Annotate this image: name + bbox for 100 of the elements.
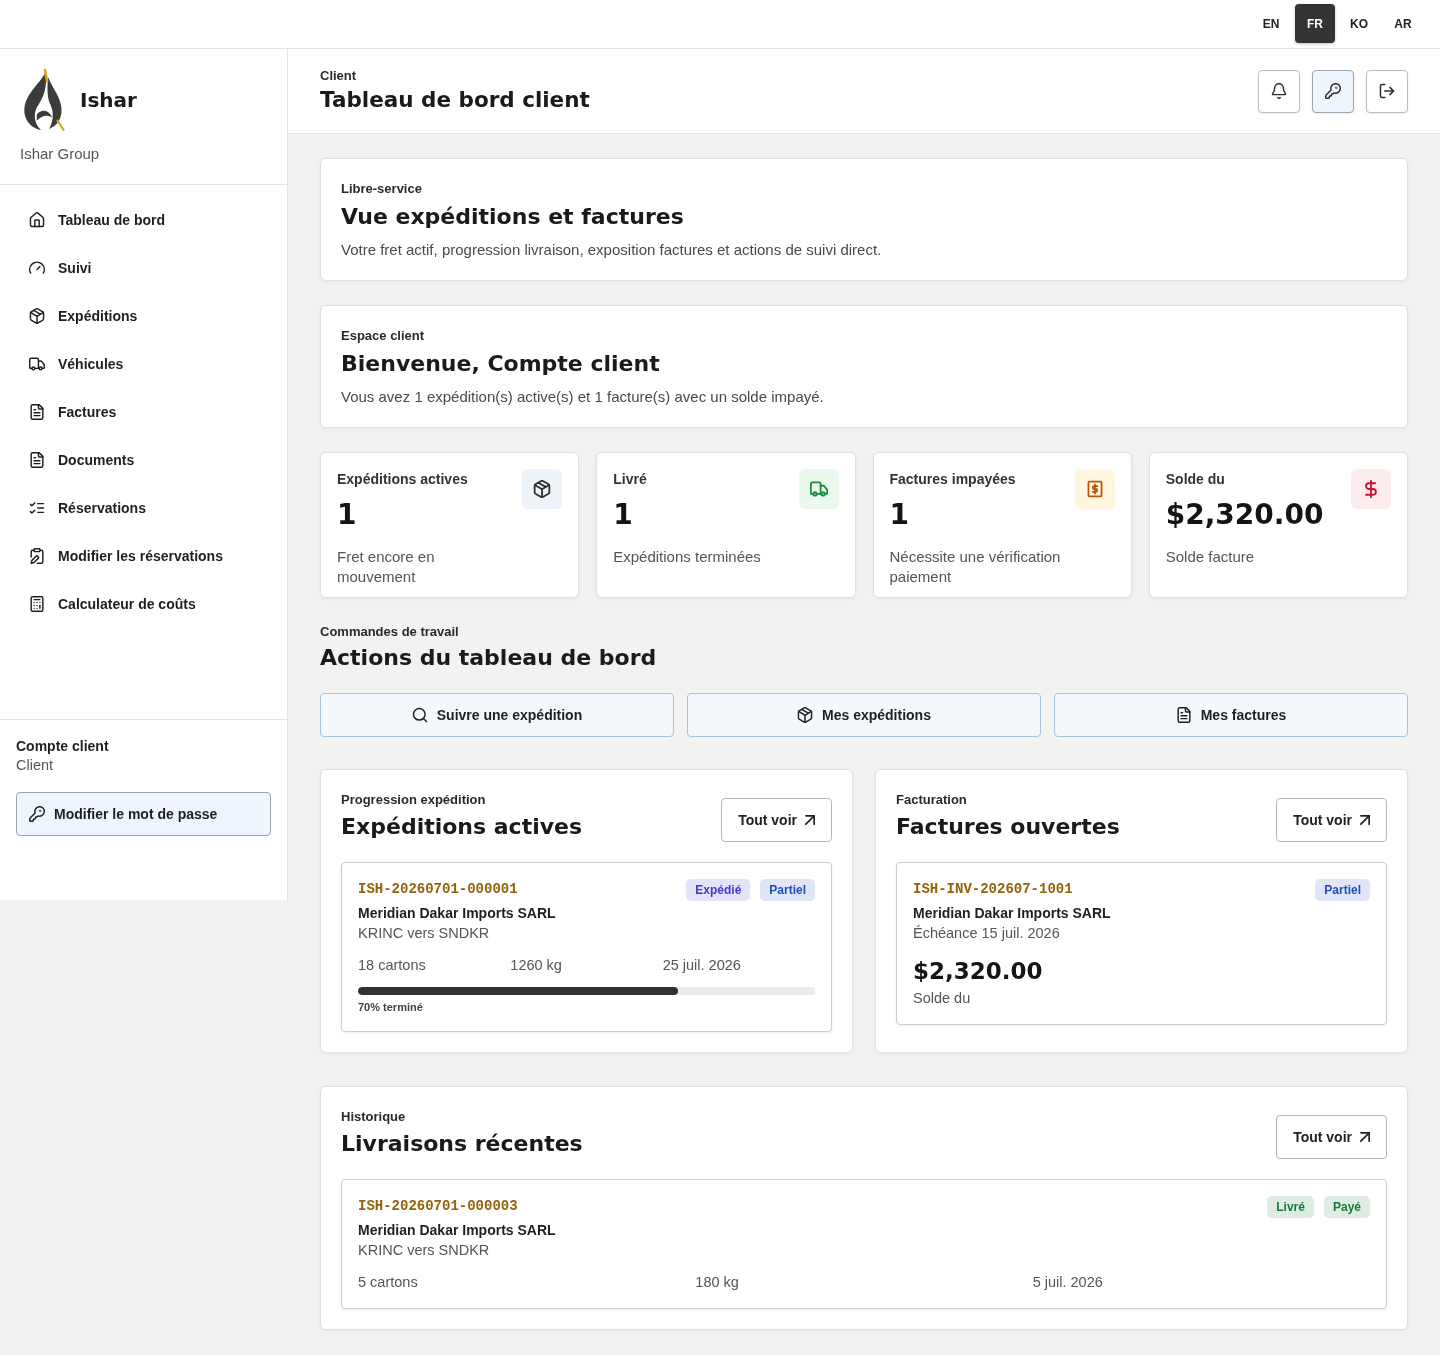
customer-name: Meridian Dakar Imports SARL <box>358 1221 556 1240</box>
stat-value: 1 <box>889 497 909 533</box>
document-icon <box>29 404 45 420</box>
nav-link[interactable]: Véhicules <box>12 342 275 386</box>
card-eyebrow: Libre-service <box>341 180 422 198</box>
shipment-weight: 1260 kg <box>510 956 563 975</box>
shipment-reference: ISH-20260701-000001 <box>358 880 518 899</box>
nav-link[interactable]: Documents <box>12 438 275 482</box>
account-name: Compte client <box>16 737 109 755</box>
key-icon <box>1325 83 1341 99</box>
stat-note: Solde facture <box>1165 547 1255 567</box>
logout-icon <box>1379 83 1395 99</box>
status-badge: Partiel <box>1315 879 1370 901</box>
invoice-amount: $2,320.00 <box>913 957 1043 986</box>
carton-count: 5 cartons <box>358 1273 419 1292</box>
stat-value: $2,320.00 <box>1165 497 1324 533</box>
password-button[interactable] <box>1312 69 1354 113</box>
document-icon <box>29 452 45 468</box>
invoice-reference: ISH-INV-202607-1001 <box>913 880 1073 899</box>
brand-subtitle: Ishar Group <box>20 144 100 164</box>
section-eyebrow: Commandes de travail <box>320 623 459 641</box>
shipment-card[interactable]: ISH-20260701-000001 Meridian Dakar Imports SARL KRINC vers SNDKR Expédié Partiel 18 cartons 1260 kg 25 juil. 2026 70% terminé <box>341 862 832 1032</box>
section-eyebrow: Facturation <box>896 791 967 809</box>
nav-link[interactable]: Calculateur de coûts <box>12 582 275 626</box>
view-all-button[interactable]: Tout voir <box>721 797 832 842</box>
home-icon <box>29 212 45 228</box>
package-icon <box>797 707 814 723</box>
section-eyebrow: Historique <box>341 1108 406 1126</box>
view-all-button[interactable]: Tout voir <box>1276 797 1387 842</box>
section-title: Livraisons récentes <box>341 1130 583 1158</box>
section-eyebrow: Progression expédition <box>341 791 486 809</box>
nav-link[interactable]: Réservations <box>12 486 275 530</box>
arrow-up-right-icon <box>1360 814 1370 825</box>
quick-action-button[interactable]: Mes expéditions <box>687 693 1041 737</box>
gauge-icon <box>29 260 45 276</box>
section-title: Actions du tableau de bord <box>320 644 657 672</box>
notifications-button[interactable] <box>1258 69 1300 113</box>
status-badge: Partiel <box>760 879 815 901</box>
account-role: Client <box>16 756 54 775</box>
brand-name: Ishar <box>80 88 137 112</box>
package-icon <box>29 308 45 324</box>
customer-name: Meridian Dakar Imports SARL <box>358 904 556 923</box>
stat-label: Expéditions actives <box>337 470 468 489</box>
invoice-due-date: Échéance 15 juil. 2026 <box>913 924 1060 943</box>
card-eyebrow: Espace client <box>341 327 425 345</box>
language-button[interactable]: EN <box>1251 4 1291 43</box>
stat-label: Factures impayées <box>889 470 1016 489</box>
status-badge: Expédié <box>686 879 751 901</box>
language-button[interactable]: AR <box>1383 4 1423 43</box>
shipment-route: KRINC vers SNDKR <box>358 1241 490 1260</box>
arrow-up-right-icon <box>805 814 815 825</box>
quick-action-button[interactable]: Suivre une expédition <box>320 693 674 737</box>
bell-icon <box>1271 83 1287 99</box>
shipment-card[interactable]: ISH-20260701-000003 Meridian Dakar Imports SARL KRINC vers SNDKR Livré Payé 5 cartons 180 kg 5 juil. 2026 <box>341 1179 1387 1309</box>
nav-link[interactable]: Factures <box>12 390 275 434</box>
stat-note: Fret encore en mouvement <box>337 547 436 587</box>
search-icon <box>411 707 428 723</box>
checklist-icon <box>29 500 45 516</box>
shipment-date: 5 juil. 2026 <box>1032 1273 1104 1292</box>
shipment-weight: 180 kg <box>695 1273 740 1292</box>
status-badge: Payé <box>1323 1196 1370 1218</box>
truck-icon <box>29 356 45 372</box>
calculator-icon <box>29 596 45 612</box>
stat-value: 1 <box>613 497 633 533</box>
invoice-card[interactable]: ISH-INV-202607-1001 Meridian Dakar Imports SARL Échéance 15 juil. 2026 Partiel $2,320.00 Solde du <box>896 862 1387 1025</box>
status-badge: Livré <box>1267 1196 1314 1218</box>
change-password-button[interactable]: Modifier le mot de passe <box>16 792 271 836</box>
shipment-date: 25 juil. 2026 <box>662 956 742 975</box>
key-icon <box>29 806 45 822</box>
stat-label: Solde du <box>1165 470 1225 489</box>
progress-label: 70% terminé <box>358 1000 423 1015</box>
nav-link[interactable]: Suivi <box>12 246 275 290</box>
stat-label: Livré <box>613 470 647 489</box>
shipment-route: KRINC vers SNDKR <box>358 924 490 943</box>
nav-link[interactable]: Tableau de bord <box>12 198 275 242</box>
stat-value: 1 <box>337 497 357 533</box>
section-title: Expéditions actives <box>341 813 583 841</box>
stat-note: Nécessite une vérification paiement <box>889 547 1062 587</box>
shipment-reference: ISH-20260701-000003 <box>358 1197 518 1216</box>
card-title: Bienvenue, Compte client <box>341 350 660 378</box>
page-title: Tableau de bord client <box>320 86 590 114</box>
card-title: Vue expéditions et factures <box>341 203 684 231</box>
nav-link[interactable]: Modifier les réservations <box>12 534 275 578</box>
clipboard-pen-icon <box>29 548 45 564</box>
view-all-button[interactable]: Tout voir <box>1276 1114 1387 1159</box>
card-description: Vous avez 1 expédition(s) active(s) et 1 facture(s) avec un solde impayé. <box>341 387 824 407</box>
arrow-up-right-icon <box>1360 1131 1370 1142</box>
quick-action-button[interactable]: Mes factures <box>1054 693 1408 737</box>
customer-name: Meridian Dakar Imports SARL <box>913 904 1111 923</box>
nav-link[interactable]: Expéditions <box>12 294 275 338</box>
card-description: Votre fret actif, progression livraison, exposition factures et actions de suivi direct. <box>341 240 882 260</box>
stat-note: Expéditions terminées <box>613 547 761 567</box>
logout-button[interactable] <box>1366 69 1408 113</box>
document-icon <box>1175 707 1192 723</box>
language-button[interactable]: FR <box>1295 4 1335 43</box>
page-eyebrow: Client <box>320 67 357 85</box>
carton-count: 18 cartons <box>358 956 427 975</box>
section-title: Factures ouvertes <box>896 813 1120 841</box>
amount-label: Solde du <box>913 989 971 1008</box>
language-button[interactable]: KO <box>1339 4 1379 43</box>
